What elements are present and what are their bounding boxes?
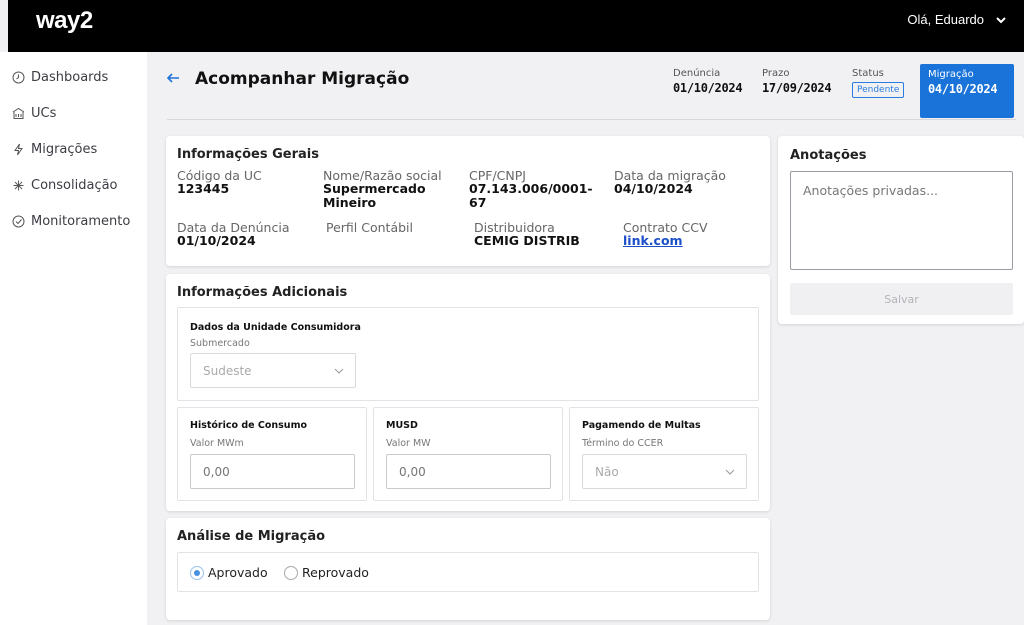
- denuncia-value: 01/10/2024: [673, 81, 743, 95]
- termino-ccer-value: Não: [595, 464, 619, 479]
- multas-label: Término do CCER: [582, 438, 664, 449]
- card-title: Anotações: [790, 148, 867, 163]
- radio-reprovado[interactable]: Reprovado: [284, 565, 369, 580]
- cpf-value-line2: 67: [469, 195, 487, 210]
- migracao-date-box: Migração 04/10/2024: [920, 64, 1014, 118]
- nome-value-line1: Supermercado: [323, 181, 426, 196]
- top-bar: way2 Olá, Eduardo: [8, 0, 1024, 52]
- sidebar-item-dashboards[interactable]: Dashboards: [12, 70, 108, 85]
- multas-box: Pagamendo de Multas Término do CCER Não: [569, 407, 759, 501]
- historico-consumo-box: Histórico de Consumo Valor MWm: [177, 407, 367, 501]
- radio-aprovado-label: Aprovado: [208, 565, 268, 580]
- save-button[interactable]: Salvar: [790, 283, 1013, 315]
- chevron-down-icon: [334, 368, 344, 374]
- informacoes-gerais-card: Informações Gerais Código da UC 123445 N…: [166, 136, 770, 266]
- sidebar-item-consolidacao[interactable]: Consolidação: [12, 178, 118, 193]
- card-title: Informações Adicionais: [177, 285, 348, 300]
- dados-uc-title: Dados da Unidade Consumidora: [190, 322, 361, 333]
- nome-value: Supermercado Mineiro: [323, 182, 426, 210]
- cpf-value: 07.143.006/0001- 67: [469, 182, 593, 210]
- sidebar-item-label: Dashboards: [31, 70, 109, 85]
- contrato-ccv-link[interactable]: link.com: [623, 233, 683, 248]
- user-greeting: Olá, Eduardo: [907, 12, 984, 27]
- page-title: Acompanhar Migração: [195, 69, 410, 89]
- sidebar-item-ucs[interactable]: UCs: [12, 106, 56, 121]
- musd-box: MUSD Valor MW: [373, 407, 563, 501]
- musd-input[interactable]: [386, 454, 551, 489]
- prazo-value: 17/09/2024: [762, 81, 832, 95]
- sidebar-item-migracoes[interactable]: Migrações: [12, 142, 97, 157]
- informacoes-adicionais-card: Informações Adicionais Dados da Unidade …: [166, 274, 770, 511]
- historico-label: Valor MWm: [190, 438, 244, 449]
- sparkle-icon: [13, 180, 24, 191]
- status-meta: Status Pendente: [852, 68, 905, 98]
- back-arrow-icon[interactable]: [165, 70, 181, 86]
- building-icon: [12, 107, 25, 119]
- user-menu[interactable]: Olá, Eduardo: [907, 12, 1008, 27]
- perfil-contabil-label: Perfil Contábil: [326, 220, 413, 235]
- codigo-uc-value: 123445: [177, 181, 230, 196]
- denuncia-label: Denúncia: [673, 68, 721, 79]
- data-migracao-value: 04/10/2024: [614, 181, 693, 196]
- clock-icon: [12, 71, 25, 84]
- nome-value-line2: Mineiro: [323, 195, 377, 210]
- analise-migracao-card: Análise de Migração Aprovado Reprovado: [166, 518, 770, 620]
- bolt-icon: [14, 143, 23, 156]
- radio-aprovado-indicator: [190, 565, 204, 580]
- data-denuncia-value: 01/10/2024: [177, 233, 256, 248]
- radio-aprovado[interactable]: Aprovado: [190, 565, 268, 580]
- sidebar-item-label: Monitoramento: [31, 214, 131, 229]
- main-content: Acompanhar Migração Denúncia 01/10/2024 …: [147, 52, 1024, 625]
- historico-input[interactable]: [190, 454, 355, 489]
- anotacoes-card: Anotações Salvar: [778, 136, 1024, 324]
- analise-radio-group: Aprovado Reprovado: [177, 552, 759, 592]
- status-label: Status: [852, 68, 884, 79]
- dados-uc-box: Dados da Unidade Consumidora Submercado …: [177, 307, 759, 401]
- denuncia-meta: Denúncia 01/10/2024: [673, 68, 743, 95]
- status-badge: Pendente: [852, 82, 905, 98]
- historico-title: Histórico de Consumo: [190, 420, 307, 431]
- check-circle-icon: [12, 215, 25, 228]
- anotacoes-textarea[interactable]: [790, 171, 1013, 270]
- card-title: Informações Gerais: [177, 147, 319, 162]
- card-title: Análise de Migração: [177, 529, 326, 544]
- prazo-meta: Prazo 17/09/2024: [762, 68, 832, 95]
- migracao-value: 04/10/2024: [928, 82, 998, 96]
- sidebar: Dashboards UCs Migrações Consolidação Mo…: [0, 52, 147, 625]
- migracao-label: Migração: [928, 69, 974, 80]
- contrato-ccv-value: link.com: [623, 234, 683, 248]
- sidebar-item-monitoramento[interactable]: Monitoramento: [12, 214, 130, 229]
- sidebar-item-label: Consolidação: [31, 178, 118, 193]
- radio-reprovado-indicator: [284, 565, 298, 580]
- termino-ccer-select[interactable]: Não: [582, 454, 747, 489]
- chevron-down-icon: [725, 469, 735, 475]
- prazo-label: Prazo: [762, 68, 790, 79]
- submercado-value: Sudeste: [203, 363, 252, 378]
- chevron-down-icon: [996, 16, 1006, 23]
- sidebar-item-label: UCs: [31, 106, 57, 121]
- way2-logo[interactable]: way2: [36, 9, 93, 33]
- multas-title: Pagamendo de Multas: [582, 420, 701, 431]
- musd-label: Valor MW: [386, 438, 431, 449]
- musd-title: MUSD: [386, 420, 418, 431]
- header-divider: [167, 119, 1016, 120]
- submercado-label: Submercado: [190, 338, 250, 349]
- cpf-value-line1: 07.143.006/0001-: [469, 181, 593, 196]
- sidebar-item-label: Migrações: [31, 142, 98, 157]
- distribuidora-value: CEMIG DISTRIB: [474, 233, 580, 248]
- radio-reprovado-label: Reprovado: [302, 565, 369, 580]
- submercado-select[interactable]: Sudeste: [190, 353, 356, 388]
